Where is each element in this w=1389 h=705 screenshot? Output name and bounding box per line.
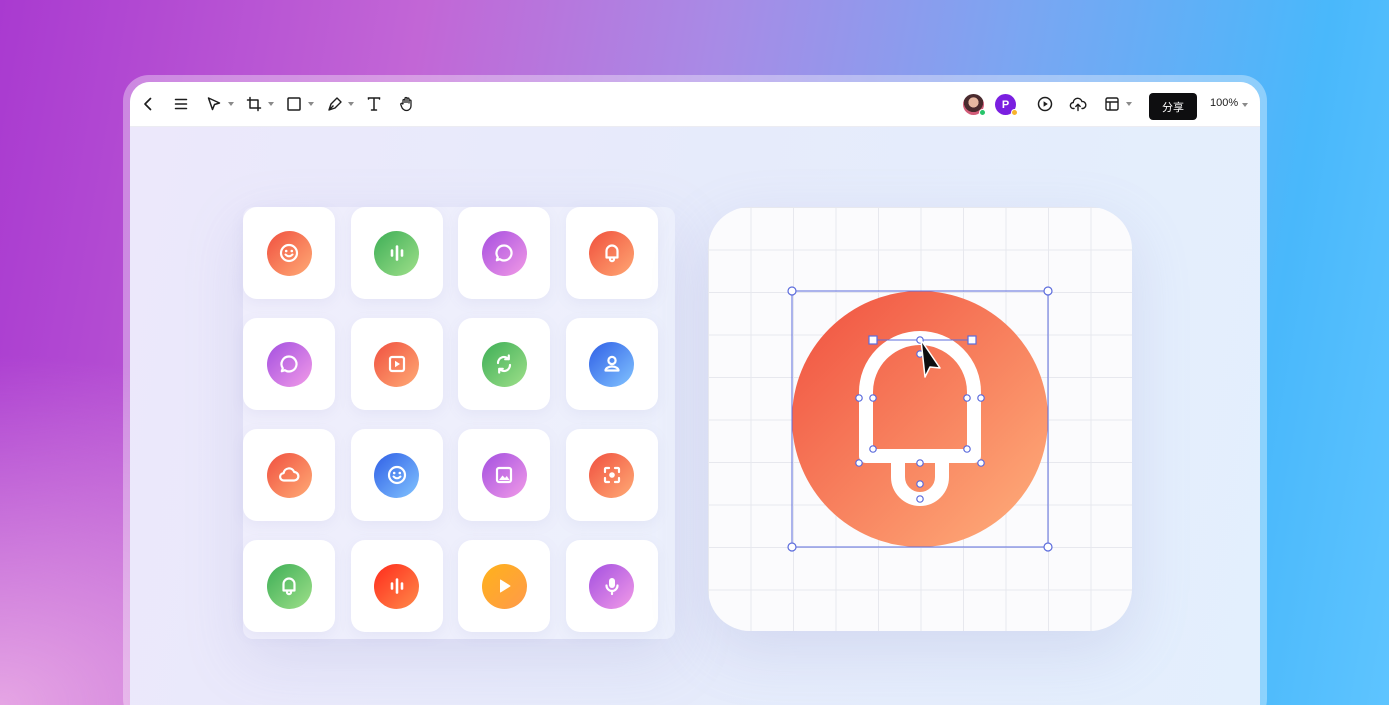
icon-tile[interactable] (458, 429, 550, 521)
user-icon (589, 341, 634, 387)
chat-bubble-icon (481, 230, 527, 276)
icon-tile[interactable] (350, 207, 443, 299)
cloud-icon (266, 452, 312, 498)
icon-tile[interactable] (243, 429, 335, 521)
icon-tile[interactable] (458, 207, 550, 299)
upload-cloud-icon[interactable] (1066, 92, 1090, 116)
avatar-initial: P (1001, 98, 1010, 111)
focus-camera-icon (589, 452, 634, 498)
icon-tile[interactable] (565, 318, 658, 410)
rectangle-tool-icon[interactable] (282, 92, 306, 116)
icon-tile[interactable] (243, 207, 335, 299)
icon-tile[interactable] (565, 540, 658, 632)
share-button[interactable]: 分享 (1149, 93, 1197, 120)
crop-frame-tool-icon[interactable] (242, 92, 266, 116)
smiley-icon (374, 452, 419, 498)
layout-dropdown-icon[interactable] (1126, 102, 1132, 106)
icon-tile[interactable] (350, 318, 443, 410)
icon-tile[interactable] (565, 207, 658, 299)
play-icon (481, 563, 527, 609)
icon-tile[interactable] (458, 540, 550, 632)
zoom-dropdown-icon[interactable] (1242, 103, 1248, 107)
icon-tile[interactable] (350, 540, 443, 632)
hand-tool-icon[interactable] (395, 92, 419, 116)
layout-icon[interactable] (1100, 92, 1124, 116)
bell-icon (589, 230, 634, 276)
rectangle-tool-dropdown-icon[interactable] (308, 102, 314, 106)
online-status-dot (979, 109, 986, 116)
collaborator-avatar[interactable]: P (995, 94, 1018, 116)
pointer-tool-icon[interactable] (202, 92, 226, 116)
selected-icon-circle[interactable] (792, 291, 1048, 547)
editor-canvas[interactable] (708, 207, 1132, 631)
pointer-tool-dropdown-icon[interactable] (228, 102, 234, 106)
crop-tool-dropdown-icon[interactable] (268, 102, 274, 106)
bell-icon (266, 563, 312, 609)
icon-tile[interactable] (243, 318, 335, 410)
pen-tool-icon[interactable] (323, 92, 347, 116)
zoom-level[interactable]: 100% (1210, 97, 1238, 109)
audio-wave-icon (374, 230, 419, 276)
collaborator-avatar[interactable] (963, 94, 986, 116)
away-status-dot (1011, 109, 1018, 116)
top-toolbar: P 分享 100% (130, 82, 1260, 127)
app-window: P 分享 100% (123, 75, 1267, 705)
app-window-content: P 分享 100% (130, 82, 1260, 705)
chat-bubble-icon (266, 341, 312, 387)
image-icon (481, 452, 527, 498)
refresh-icon (481, 341, 527, 387)
smiley-icon (266, 230, 312, 276)
icon-tile[interactable] (350, 429, 443, 521)
audio-wave-icon (374, 563, 419, 609)
microphone-icon (589, 563, 634, 609)
text-tool-icon[interactable] (362, 92, 386, 116)
back-icon[interactable] (136, 92, 160, 116)
pen-tool-dropdown-icon[interactable] (348, 102, 354, 106)
icon-tile[interactable] (243, 540, 335, 632)
video-play-icon (374, 341, 419, 387)
menu-icon[interactable] (169, 92, 193, 116)
play-icon[interactable] (1033, 92, 1057, 116)
editor-artwork (787, 286, 1053, 552)
icon-tile[interactable] (458, 318, 550, 410)
icon-tile[interactable] (565, 429, 658, 521)
